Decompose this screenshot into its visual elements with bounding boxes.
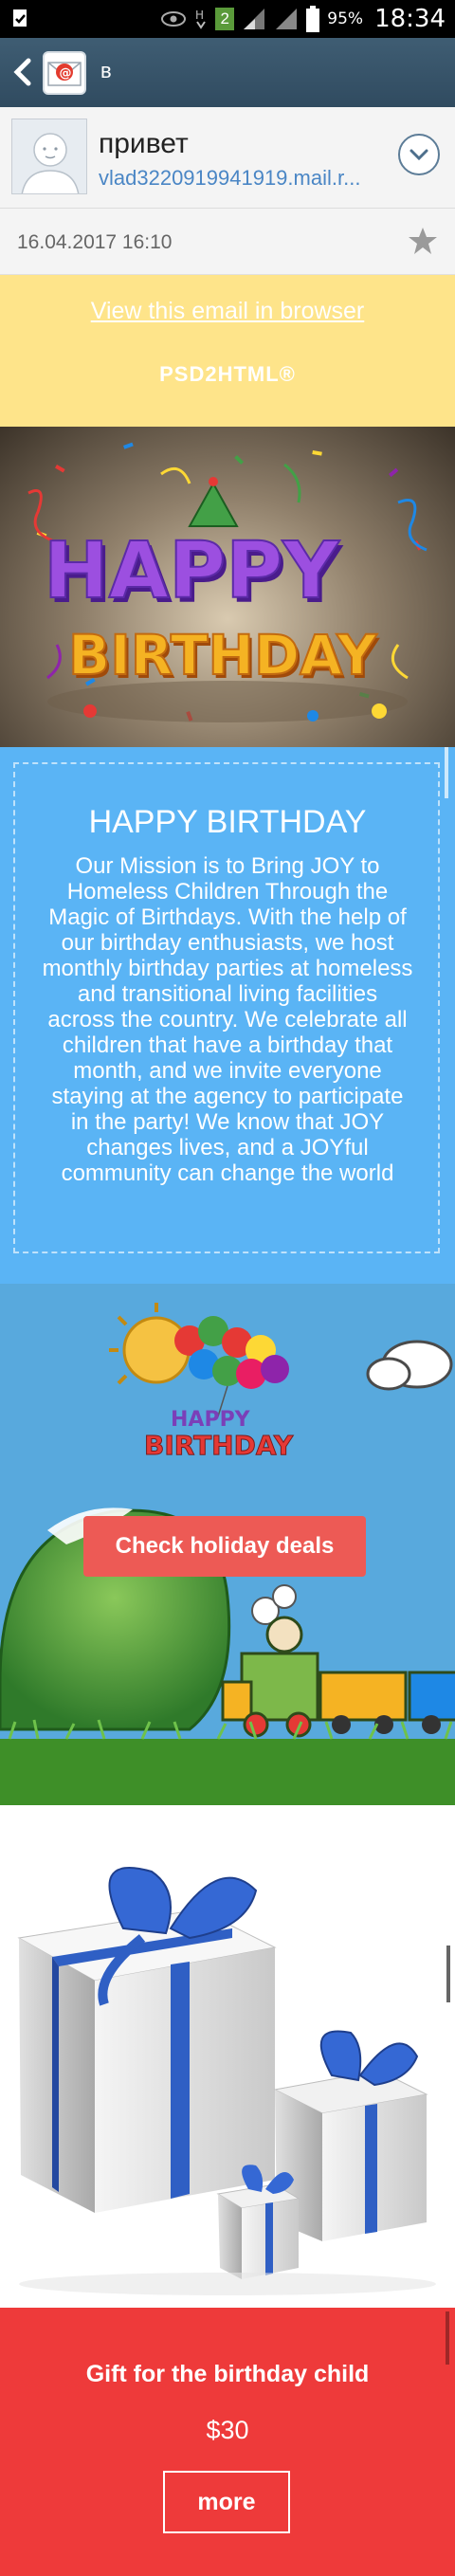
app-bar: @ в: [0, 38, 455, 107]
battery-percent: 95%: [327, 9, 364, 28]
person-icon: [12, 119, 86, 193]
party-badge-birthday: BIRTHDAY: [144, 1430, 294, 1461]
psd2html-logo: PSD2HTML®: [159, 362, 296, 386]
intro-section: HAPPY BIRTHDAY Our Mission is to Bring J…: [0, 747, 455, 1284]
signal-icon: [244, 9, 265, 29]
sim-badge: 2: [215, 8, 235, 30]
gift-price: $30: [206, 2416, 249, 2444]
intro-title: HAPPY BIRTHDAY: [88, 804, 367, 840]
balloons: [174, 1316, 289, 1417]
signal-icon-2: [276, 9, 298, 29]
folder-title: в: [100, 59, 112, 82]
scrollbar[interactable]: [446, 2311, 449, 2365]
notification-icon: [13, 9, 27, 27]
envelope-icon: @: [47, 62, 82, 86]
svg-text:@: @: [60, 66, 72, 81]
sender-name: привет: [99, 128, 189, 159]
network-type-icon: H: [195, 9, 207, 29]
svg-text:HAPPY: HAPPY: [44, 526, 340, 616]
avatar: [11, 119, 87, 194]
large-gift-box: [17, 1867, 277, 2213]
view-in-browser-link[interactable]: View this email in browser: [0, 298, 455, 325]
mail-app-icon[interactable]: @: [43, 51, 86, 95]
train: [221, 1616, 455, 1738]
svg-text:BIRTHDAY: BIRTHDAY: [68, 623, 377, 687]
gift-cta-section: Gift for the birthday child $30 more: [0, 2308, 455, 2576]
star-icon[interactable]: [408, 226, 438, 256]
back-arrow-icon[interactable]: [9, 55, 38, 89]
check-holiday-deals-button[interactable]: Check holiday deals: [83, 1516, 366, 1577]
party-section: HAPPY BIRTHDAY Check holiday deals: [0, 1284, 455, 1805]
gift-title: Gift for the birthday child: [85, 2361, 370, 2387]
scrollbar[interactable]: [445, 747, 448, 798]
date-bar: 16.04.2017 16:10: [0, 209, 455, 275]
cloud: [366, 1340, 453, 1391]
birthday-hero-image: HAPPY HAPPY BIRTHDAY BIRTHDAY: [27, 442, 428, 722]
message-date: 16.04.2017 16:10: [17, 231, 173, 253]
party-badge-happy: HAPPY: [171, 1408, 251, 1432]
svg-text:H: H: [195, 9, 204, 22]
expand-details-button[interactable]: [398, 134, 440, 175]
sender-header: привет vlad3220919941919.mail.r...: [0, 107, 455, 209]
clock: 18:34: [374, 5, 446, 33]
intro-body: Our Mission is to Bring JOY to Homeless …: [42, 853, 413, 1186]
hero-banner: HAPPY HAPPY BIRTHDAY BIRTHDAY: [0, 427, 455, 747]
party-hat: [188, 481, 239, 527]
eye-icon: [161, 11, 187, 27]
chevron-down-icon: [410, 149, 428, 161]
sender-email[interactable]: vlad3220919941919.mail.r...: [99, 166, 383, 191]
gift-boxes-image: [17, 1867, 436, 2295]
more-button[interactable]: more: [163, 2471, 290, 2533]
gift-image-section: [0, 1805, 455, 2308]
scrollbar[interactable]: [446, 1946, 450, 2002]
email-header: View this email in browser PSD2HTML®: [0, 275, 455, 427]
battery-icon: [306, 6, 320, 32]
status-bar: H 2 95% 18:34: [0, 0, 455, 38]
